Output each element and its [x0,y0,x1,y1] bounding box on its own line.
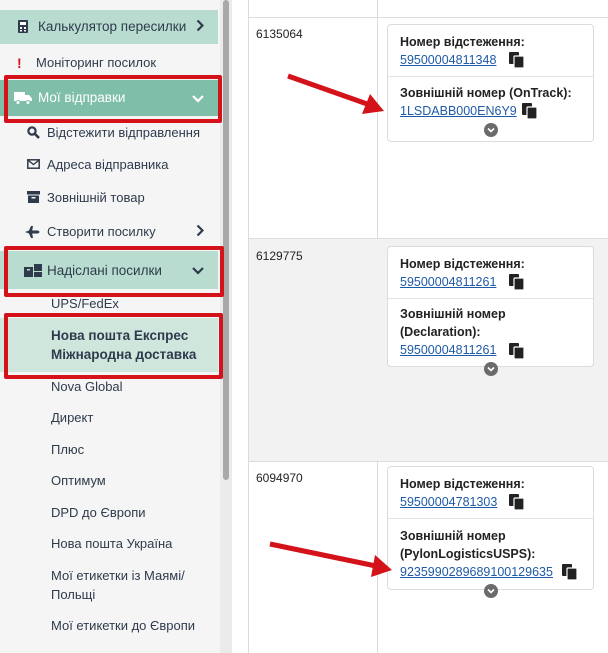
arrow-icon [269,541,392,577]
annotation-arrows [269,73,392,577]
page: Калькулятор пересилки ! Моніторинг посил… [0,0,608,653]
arrow-icon [287,73,384,114]
